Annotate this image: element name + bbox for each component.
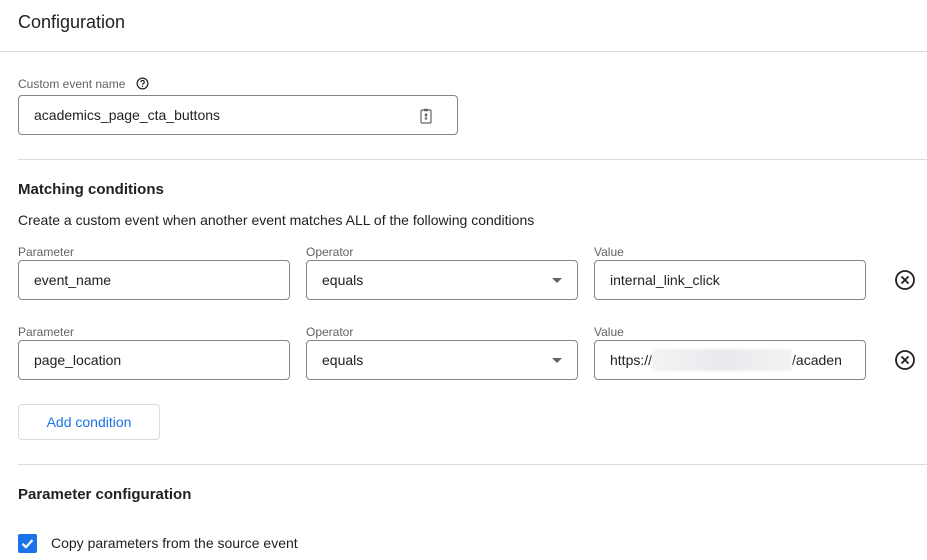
custom-event-name-value: academics_page_cta_buttons xyxy=(34,107,221,123)
condition-2-value-prefix: https:// xyxy=(610,352,653,368)
value-label: Value xyxy=(594,325,624,339)
operator-label: Operator xyxy=(306,245,354,259)
custom-event-name-label: Custom event name xyxy=(18,77,126,91)
copy-parameters-label: Copy parameters from the source event xyxy=(51,535,298,551)
page-title: Configuration xyxy=(18,12,126,32)
condition-2-parameter-input[interactable]: page_location xyxy=(18,340,290,380)
custom-event-name-input[interactable]: academics_page_cta_buttons xyxy=(18,95,458,135)
operator-label: Operator xyxy=(306,325,354,339)
parameter-label: Parameter xyxy=(18,325,75,339)
condition-2-value-input[interactable]: https:// /acaden xyxy=(594,340,866,380)
matching-conditions-description: Create a custom event when another event… xyxy=(18,212,535,228)
section-divider xyxy=(18,159,927,160)
dropdown-arrow-icon xyxy=(552,278,562,283)
section-divider xyxy=(18,464,927,465)
condition-1-operator-select[interactable]: equals xyxy=(306,260,578,300)
parameter-configuration-title: Parameter configuration xyxy=(18,486,192,503)
help-icon[interactable] xyxy=(136,77,149,90)
remove-condition-2-icon[interactable] xyxy=(894,349,916,371)
condition-1-value-input[interactable]: internal_link_click xyxy=(594,260,866,300)
checkmark-icon xyxy=(21,539,34,549)
parameter-label: Parameter xyxy=(18,245,75,259)
condition-1-parameter-input[interactable]: event_name xyxy=(18,260,290,300)
condition-1-value-text: internal_link_click xyxy=(610,272,720,288)
condition-1-operator-value: equals xyxy=(322,272,364,288)
condition-2-parameter-value: page_location xyxy=(34,352,122,368)
copy-parameters-checkbox[interactable] xyxy=(18,534,37,553)
configuration-panel: Configuration Custom event name academic… xyxy=(0,0,927,560)
add-condition-button[interactable]: Add condition xyxy=(18,404,160,440)
condition-2-operator-select[interactable]: equals xyxy=(306,340,578,380)
condition-2-operator-value: equals xyxy=(322,352,364,368)
remove-condition-1-icon[interactable] xyxy=(894,269,916,291)
redacted-region xyxy=(652,349,793,371)
clipboard-icon[interactable] xyxy=(419,108,433,124)
panel-header: Configuration xyxy=(0,0,927,52)
condition-1-parameter-value: event_name xyxy=(34,272,112,288)
condition-2-value-suffix: /acaden xyxy=(792,352,842,368)
value-label: Value xyxy=(594,245,624,259)
matching-conditions-title: Matching conditions xyxy=(18,181,164,198)
dropdown-arrow-icon xyxy=(552,358,562,363)
